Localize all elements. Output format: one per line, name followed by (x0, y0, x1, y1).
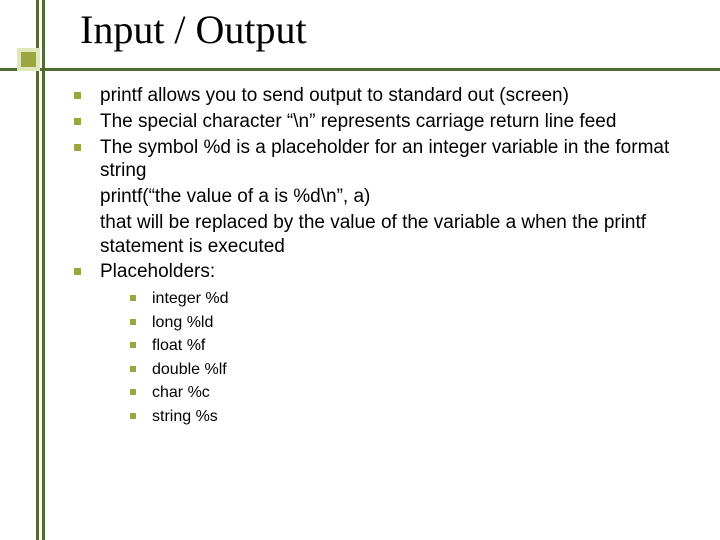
square-bullet-icon (130, 366, 136, 372)
sub-bullet-text: double %lf (152, 361, 227, 378)
bullet-text: The special character “\n” represents ca… (100, 111, 616, 132)
list-item: integer %d (128, 288, 702, 310)
square-bullet-icon (74, 92, 81, 99)
square-bullet-icon (130, 342, 136, 348)
vertical-rule-inner (36, 0, 39, 540)
list-item: The special character “\n” represents ca… (72, 110, 702, 134)
sub-bullet-text: integer %d (152, 290, 229, 307)
sub-bullet-text: string %s (152, 408, 218, 425)
list-item: printf allows you to send output to stan… (72, 84, 702, 108)
slide-body: printf allows you to send output to stan… (72, 84, 702, 430)
horizontal-rule (0, 68, 720, 71)
slide: Input / Output printf allows you to send… (0, 0, 720, 540)
bullet-text: printf allows you to send output to stan… (100, 85, 569, 106)
continuation-line: that will be replaced by the value of th… (72, 211, 702, 259)
square-bullet-icon (74, 118, 81, 125)
sub-bullet-list: integer %d long %ld float %f double %lf (100, 288, 702, 428)
list-item: The symbol %d is a placeholder for an in… (72, 136, 702, 184)
bullet-list: printf allows you to send output to stan… (72, 84, 702, 428)
corner-square-icon (17, 48, 40, 71)
continuation-line: printf(“the value of a is %d\n”, a) (72, 185, 702, 209)
square-bullet-icon (130, 319, 136, 325)
square-bullet-icon (74, 268, 81, 275)
bullet-text: The symbol %d is a placeholder for an in… (100, 137, 669, 182)
list-item: char %c (128, 382, 702, 404)
list-item: double %lf (128, 359, 702, 381)
sub-bullet-text: char %c (152, 384, 210, 401)
square-bullet-icon (130, 413, 136, 419)
vertical-rule-outer (42, 0, 45, 540)
square-bullet-icon (130, 295, 136, 301)
list-item: Placeholders: integer %d long %ld float … (72, 260, 702, 427)
square-bullet-icon (130, 389, 136, 395)
sub-bullet-text: float %f (152, 337, 205, 354)
square-bullet-icon (74, 144, 81, 151)
list-item: float %f (128, 335, 702, 357)
slide-title: Input / Output (80, 6, 307, 53)
list-item: string %s (128, 406, 702, 428)
sub-bullet-text: long %ld (152, 314, 213, 331)
list-item: long %ld (128, 312, 702, 334)
bullet-text: Placeholders: (100, 261, 215, 282)
